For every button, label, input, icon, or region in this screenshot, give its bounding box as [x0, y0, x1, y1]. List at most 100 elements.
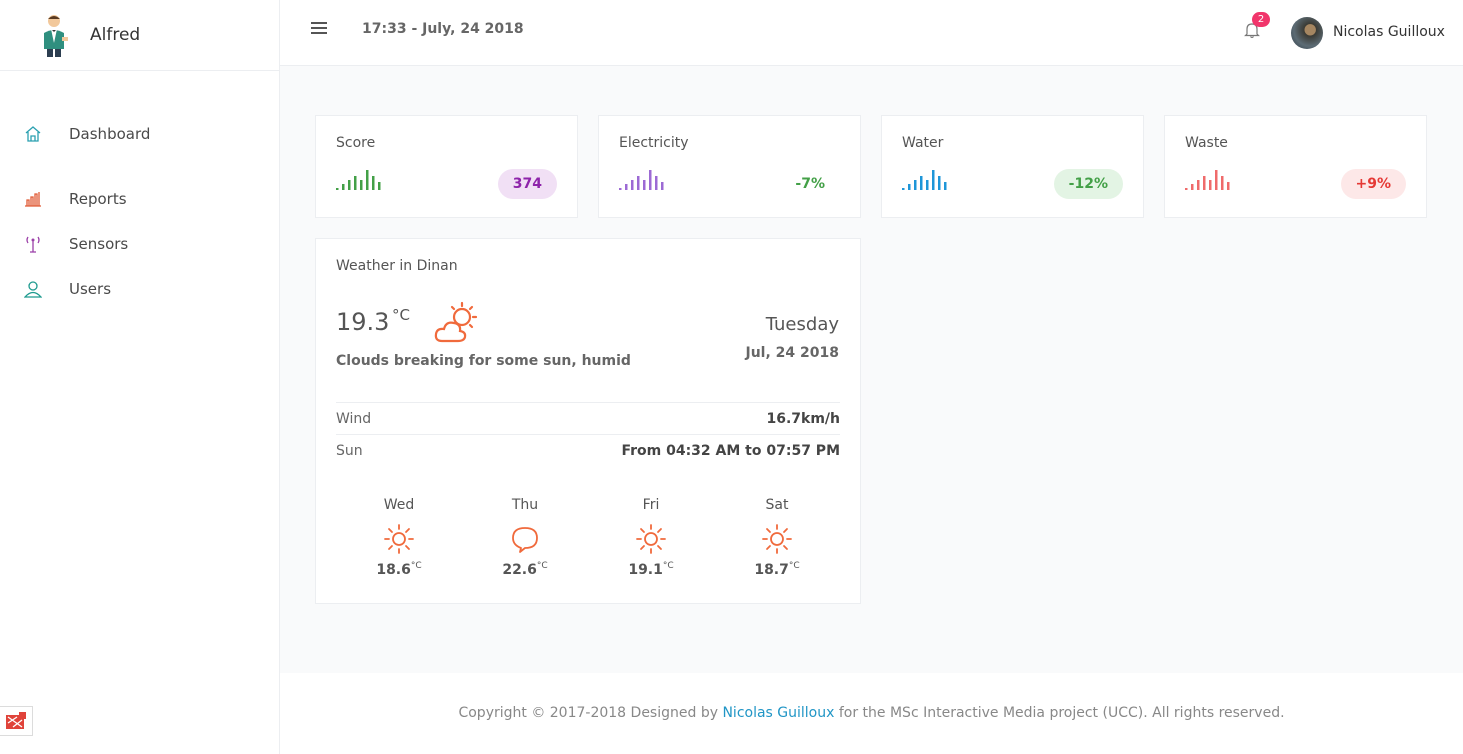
- sparkline-bar: [932, 170, 935, 190]
- sparkline-bar: [1191, 184, 1194, 190]
- weather-card: Weather in Dinan 19.3 °C Clouds breaking…: [315, 238, 861, 604]
- sparkline-bars: [902, 170, 947, 190]
- copyright-text: Copyright © 2017-2018 Designed by Nicola…: [458, 705, 1285, 721]
- forecast-day: Sat 18.7°C: [714, 497, 840, 578]
- sidebar: Alfred Dashboard Reports Sensors Users: [0, 0, 280, 754]
- sidebar-item-label: Reports: [69, 189, 127, 208]
- sparkline-bar: [378, 182, 381, 190]
- stat-value-badge: -12%: [1053, 169, 1123, 199]
- top-header: 17:33 - July, 24 2018 2 Nicolas Guilloux: [280, 0, 1463, 66]
- sparkline-bars: [1185, 170, 1230, 190]
- dev-toolbar-toggle[interactable]: [0, 706, 33, 736]
- stat-value-badge: +9%: [1340, 169, 1406, 199]
- stat-value-badge: -7%: [795, 176, 825, 192]
- forecast-day-name: Thu: [511, 497, 539, 513]
- sun-icon: [762, 524, 792, 554]
- butler-logo-icon: [44, 15, 68, 57]
- sparkline-bar: [908, 184, 911, 190]
- sparkline-bar: [926, 180, 929, 190]
- sun-icon: [636, 524, 666, 554]
- sidebar-item-label: Sensors: [69, 234, 129, 253]
- sparkline-bar: [920, 176, 923, 190]
- avatar[interactable]: [1291, 17, 1323, 49]
- temperature-unit: °C: [392, 306, 410, 324]
- sparkline-bar: [625, 184, 628, 190]
- sidebar-item-label: Dashboard: [69, 124, 151, 143]
- forecast-day-name: Fri: [642, 497, 660, 513]
- sparkline-bar: [631, 180, 634, 190]
- stat-title: Electricity: [619, 135, 689, 151]
- sparkline-bar: [354, 176, 357, 190]
- wind-row: Wind 16.7km/h: [336, 402, 840, 434]
- sparkline-bar: [1209, 180, 1212, 190]
- bar-chart-icon: [24, 190, 42, 208]
- weather-description: Clouds breaking for some sun, humid: [336, 353, 631, 369]
- author-link[interactable]: Nicolas Guilloux: [722, 705, 834, 721]
- sun-row: Sun From 04:32 AM to 07:57 PM: [336, 434, 840, 466]
- sidebar-item-label: Users: [69, 279, 112, 298]
- sparkline-bar: [1221, 176, 1224, 190]
- wind-value: 16.7km/h: [766, 410, 840, 427]
- sparkline-bar: [348, 180, 351, 190]
- sparkline-bar: [944, 182, 947, 190]
- sparkline-bar: [902, 188, 905, 190]
- weather-date: Jul, 24 2018: [745, 345, 840, 361]
- stat-title: Water: [902, 135, 944, 151]
- sidebar-item-dashboard[interactable]: Dashboard: [0, 111, 279, 156]
- sparkline-bar: [1227, 182, 1230, 190]
- forecast-day: Thu 22.6°C: [462, 497, 588, 578]
- app-name: Alfred: [90, 25, 141, 45]
- cloud-icon: [512, 527, 538, 553]
- sparkline-bar: [372, 176, 375, 190]
- sparkline-bar: [336, 188, 339, 190]
- footer: Copyright © 2017-2018 Designed by Nicola…: [280, 673, 1463, 754]
- sparkline-bar: [342, 184, 345, 190]
- forecast-day-name: Sat: [765, 497, 789, 513]
- forecast-temperature: 18.7°C: [754, 561, 800, 578]
- forecast-temperature: 19.1°C: [628, 561, 674, 578]
- stat-card-waste: Waste +9%: [1164, 115, 1427, 218]
- forecast-day-name: Wed: [383, 497, 415, 513]
- stat-value-badge: 374: [497, 169, 557, 199]
- sparkline-bar: [655, 176, 658, 190]
- notification-count-badge: 2: [1252, 12, 1270, 27]
- sparkline-bar: [643, 180, 646, 190]
- brand[interactable]: Alfred: [0, 0, 279, 71]
- forecast-temperature: 22.6°C: [502, 561, 548, 578]
- sidebar-item-reports[interactable]: Reports: [0, 176, 279, 221]
- sparkline-bar: [360, 180, 363, 190]
- antenna-icon: [24, 235, 42, 253]
- wind-label: Wind: [336, 410, 372, 427]
- stat-card-electricity: Electricity -7%: [598, 115, 861, 218]
- sparkline-bars: [336, 170, 381, 190]
- sparkline-bar: [1185, 188, 1188, 190]
- sparkline-bar: [637, 176, 640, 190]
- sparkline-bar: [366, 170, 369, 190]
- stat-card-water: Water -12%: [881, 115, 1144, 218]
- sparkline-bar: [661, 182, 664, 190]
- sidebar-nav: Dashboard Reports Sensors Users: [0, 71, 279, 311]
- user-name[interactable]: Nicolas Guilloux: [1333, 24, 1445, 40]
- sparkline-bar: [914, 180, 917, 190]
- sparkline-bar: [649, 170, 652, 190]
- weather-day: Tuesday: [765, 314, 839, 335]
- stat-card-score: Score 374: [315, 115, 578, 218]
- forecast-temperature: 18.6°C: [376, 561, 422, 578]
- stat-title: Waste: [1185, 135, 1228, 151]
- sun-label: Sun: [336, 442, 363, 459]
- sidebar-item-sensors[interactable]: Sensors: [0, 221, 279, 266]
- current-datetime: 17:33 - July, 24 2018: [362, 21, 524, 37]
- sidebar-item-users[interactable]: Users: [0, 266, 279, 311]
- sparkline-bar: [619, 188, 622, 190]
- user-icon: [24, 280, 42, 298]
- hamburger-menu-icon[interactable]: [311, 22, 327, 38]
- sparkline-bar: [1197, 180, 1200, 190]
- partly-cloudy-icon: [434, 301, 478, 343]
- stat-title: Score: [336, 135, 376, 151]
- home-icon: [24, 125, 42, 143]
- weather-title: Weather in Dinan: [336, 258, 458, 274]
- current-temperature: 19.3: [336, 308, 390, 336]
- sparkline-bar: [1203, 176, 1206, 190]
- forecast-day: Wed 18.6°C: [336, 497, 462, 578]
- sun-value: From 04:32 AM to 07:57 PM: [621, 442, 840, 459]
